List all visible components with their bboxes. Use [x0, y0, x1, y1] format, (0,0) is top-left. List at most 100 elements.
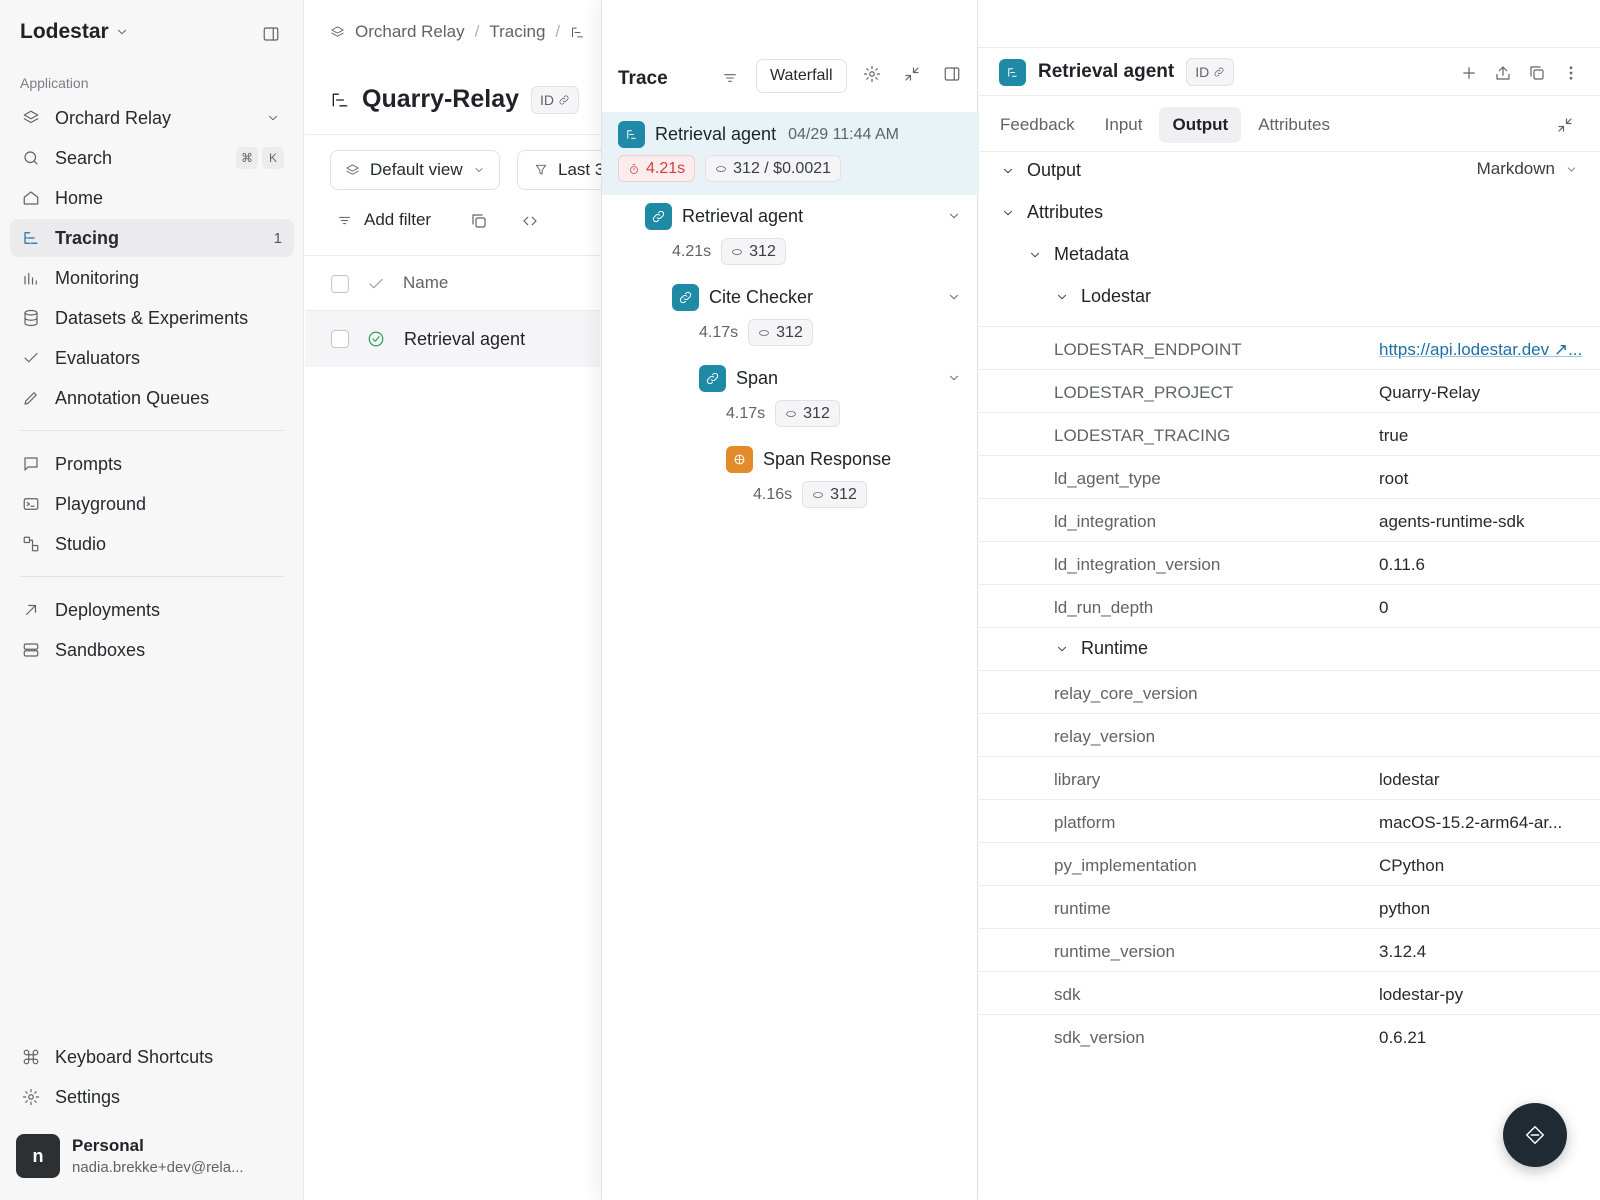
tab-output[interactable]: Output [1159, 107, 1242, 143]
copy-button[interactable] [1528, 64, 1546, 82]
latency-value: 4.17s [726, 404, 766, 422]
attribute-value[interactable]: https://api.lodestar.dev ↗... [1379, 340, 1594, 360]
sidebar-item-deployments[interactable]: Deployments [10, 591, 294, 629]
chevron-down-icon [1004, 210, 1012, 215]
attribute-row: platform macOS-15.2-arm64-ar... [979, 799, 1600, 842]
tab-feedback[interactable]: Feedback [987, 107, 1088, 143]
sidebar-item-label: Settings [55, 1086, 121, 1107]
attributes-section-toggle[interactable]: Attributes [1001, 202, 1103, 223]
llm-run-icon [726, 446, 753, 473]
latency-value: 4.17s [699, 323, 739, 341]
command-icon [23, 1049, 39, 1065]
attribute-key: LODESTAR_PROJECT [1054, 383, 1234, 402]
select-all-checkbox[interactable] [331, 275, 349, 293]
assistant-fab-button[interactable] [1503, 1103, 1567, 1167]
sidebar-item-playground[interactable]: Playground [10, 485, 294, 523]
detail-header: Retrieval agent ID [999, 58, 1235, 86]
copy-id-button[interactable]: ID [531, 85, 580, 114]
server-icon [23, 643, 39, 657]
sidebar-item-keyboard-shortcuts[interactable]: Keyboard Shortcuts [10, 1038, 294, 1076]
breadcrumb-tracing[interactable]: Tracing [489, 22, 545, 42]
expand-toggle[interactable] [947, 290, 961, 304]
more-menu-button[interactable] [1562, 64, 1580, 82]
add-filter-button[interactable]: Add filter [337, 210, 431, 230]
account-menu[interactable]: n Personal nadia.brekke+dev@rela... [16, 1134, 244, 1178]
share-button[interactable] [1494, 64, 1512, 82]
attribute-row: sdk lodestar-py [979, 971, 1600, 1014]
tab-input[interactable]: Input [1092, 107, 1156, 143]
sidebar-item-tracing[interactable]: Tracing 1 [10, 219, 294, 257]
table-row[interactable]: Retrieval agent [305, 311, 600, 367]
copy-run-id-button[interactable]: ID [1186, 58, 1235, 86]
view-selector[interactable]: Default view [330, 150, 500, 190]
add-button[interactable] [1460, 64, 1478, 82]
chevron-down-icon [475, 168, 483, 172]
message-icon [24, 457, 38, 471]
project-selector[interactable]: Orchard Relay [10, 99, 294, 137]
sidebar-item-search[interactable]: Search ⌘ K [10, 139, 294, 177]
expand-toggle[interactable] [947, 209, 961, 223]
copy-query-button[interactable] [470, 212, 488, 230]
avatar: n [16, 1134, 60, 1178]
sidebar-item-monitoring[interactable]: Monitoring [10, 259, 294, 297]
tab-attributes[interactable]: Attributes [1245, 107, 1343, 143]
link-run-icon [672, 284, 699, 311]
column-header-name[interactable]: Name [403, 273, 448, 293]
sidebar-item-settings[interactable]: Settings [10, 1078, 294, 1116]
output-format-select[interactable]: Markdown [1477, 159, 1578, 179]
output-section-toggle[interactable]: Output [1001, 160, 1081, 181]
link-icon [1214, 67, 1224, 77]
sidebar-item-sandboxes[interactable]: Sandboxes [10, 631, 294, 669]
lodestar-section-label: Lodestar [1081, 286, 1152, 306]
layers-icon [331, 25, 344, 37]
page-title: Quarry-Relay [362, 85, 520, 113]
code-view-button[interactable] [521, 212, 539, 230]
collapse-all-button[interactable] [903, 65, 921, 83]
attribute-value: macOS-15.2-arm64-ar... [1379, 813, 1563, 832]
chevron-down-icon [269, 115, 277, 121]
sidebar-toggle-button[interactable] [262, 25, 280, 43]
toggle-detail-panel-button[interactable] [943, 65, 961, 83]
time-range-label: Last 3 [558, 160, 605, 179]
sidebar-item-studio[interactable]: Studio [10, 525, 294, 563]
breadcrumb-project[interactable]: Orchard Relay [355, 22, 465, 42]
home-icon [23, 191, 39, 205]
attribute-key: relay_version [1054, 727, 1156, 746]
trace-header: Trace Waterfall [602, 48, 979, 110]
attribute-key: LODESTAR_TRACING [1054, 426, 1231, 445]
sidebar-item-home[interactable]: Home [10, 179, 294, 217]
lodestar-section-toggle[interactable]: Lodestar [1055, 286, 1151, 307]
tabs-divider [979, 151, 1600, 152]
run-name: Span [736, 368, 779, 388]
page-title-row: Quarry-Relay ID [330, 85, 580, 114]
waterfall-toggle[interactable]: Waterfall [756, 59, 847, 93]
trace-filter-button[interactable] [722, 70, 738, 86]
sidebar-item-prompts[interactable]: Prompts [10, 445, 294, 483]
sidebar-item-annotation-queues[interactable]: Annotation Queues [10, 379, 294, 417]
trace-settings-button[interactable] [863, 65, 881, 83]
expand-toggle[interactable] [947, 371, 961, 385]
sidebar-item-datasets[interactable]: Datasets & Experiments [10, 299, 294, 337]
sidebar-item-evaluators[interactable]: Evaluators [10, 339, 294, 377]
token-badge: 312 [802, 481, 867, 508]
chevron-down-icon [1567, 166, 1576, 172]
trace-run-root[interactable]: Retrieval agent 04/29 11:44 AM 4.21s 312… [602, 112, 979, 195]
view-selector-label: Default view [370, 160, 463, 179]
collapse-sections-button[interactable] [1556, 116, 1574, 134]
filter-lines-icon [339, 216, 350, 224]
runtime-section-toggle[interactable]: Runtime [1055, 638, 1148, 659]
latency-value: 4.21s [672, 242, 712, 260]
keyboard-shortcut-hint: ⌘ K [236, 147, 284, 169]
database-icon [24, 309, 38, 327]
attribute-value: agents-runtime-sdk [1379, 512, 1525, 531]
metadata-section-toggle[interactable]: Metadata [1028, 244, 1129, 265]
attribute-row: ld_agent_type root [979, 455, 1600, 498]
time-range-filter[interactable]: Last 3 [517, 150, 607, 190]
breadcrumb-separator: / [555, 22, 561, 41]
row-checkbox[interactable] [331, 330, 349, 348]
attribute-value: Quarry-Relay [1379, 383, 1481, 402]
workspace-switcher[interactable]: Lodestar [20, 20, 129, 44]
workspace-name: Personal [72, 1136, 144, 1155]
chevron-down-icon [1058, 294, 1066, 299]
attribute-key: relay_core_version [1054, 684, 1198, 703]
